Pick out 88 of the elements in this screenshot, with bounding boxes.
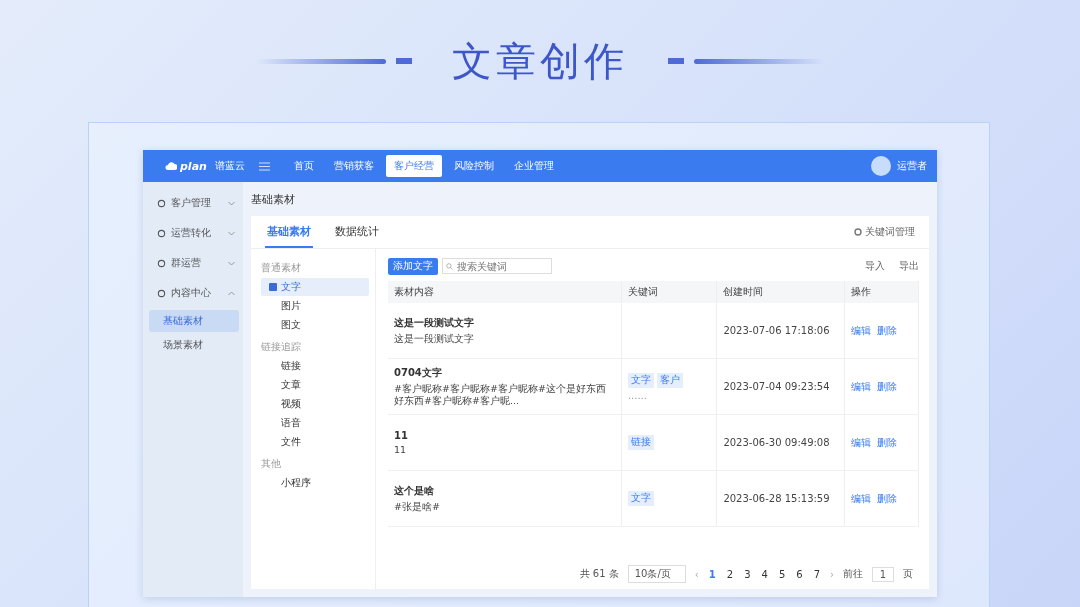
tab[interactable]: 基础素材 <box>265 216 313 248</box>
goto-label: 前往 <box>843 567 863 581</box>
category-item[interactable]: 图文 <box>261 316 369 334</box>
action-link[interactable]: 编辑 <box>850 436 871 448</box>
total-count: 共 61 条 <box>579 567 619 581</box>
action-link[interactable]: 删除 <box>876 492 897 504</box>
material-text: 这是一段测试文字 <box>394 333 475 345</box>
table-cell: 2023-06-28 15:13:59 <box>716 470 845 527</box>
page-number[interactable]: 2 <box>725 568 735 580</box>
page-number[interactable]: 1 <box>707 568 717 580</box>
chevron-icon <box>228 230 235 236</box>
material-text: #张是啥# <box>394 501 441 513</box>
chevron-icon <box>228 200 235 206</box>
material-title: 0704文字 <box>394 366 443 380</box>
material-title: 这个是啥 <box>394 484 435 498</box>
import-link[interactable]: 导入 <box>865 259 885 273</box>
sidebar-icon <box>157 258 166 268</box>
page-number[interactable]: 3 <box>743 568 752 580</box>
column-header: 关键词 <box>621 281 717 303</box>
table-cell: 2023-06-30 09:49:08 <box>716 414 845 471</box>
column-header: 创建时间 <box>716 281 845 303</box>
sidebar-item[interactable]: 客户管理 <box>143 188 243 218</box>
table-cell: 2023-07-06 17:18:06 <box>716 303 845 359</box>
material-title: 这是一段测试文字 <box>394 316 475 330</box>
settings-icon <box>854 228 862 236</box>
logo: plan <box>165 156 209 176</box>
tab[interactable]: 数据统计 <box>333 216 381 248</box>
nav-tab[interactable]: 营销获客 <box>326 155 382 177</box>
material-text: #客户昵称#客户昵称#客户昵称#这个是好东西好东西#客户昵称#客户昵... <box>394 383 607 407</box>
column-header: 素材内容 <box>388 281 622 303</box>
category-item[interactable]: 语音 <box>261 414 369 432</box>
action-link[interactable]: 删除 <box>876 324 897 336</box>
category-group: 普通素材 <box>261 259 369 277</box>
material-title: 11 <box>394 429 409 441</box>
more-text: ...... <box>627 389 648 401</box>
page-number[interactable]: 7 <box>812 568 821 580</box>
chevron-icon <box>228 260 235 266</box>
keyword-tag: 链接 <box>627 435 654 450</box>
table-cell: 2023-07-04 09:23:54 <box>716 358 845 415</box>
page-number[interactable]: 4 <box>760 568 769 580</box>
page-title: 基础素材 <box>251 191 296 208</box>
keyword-manage-link[interactable]: 关键词管理 <box>865 225 915 239</box>
brand-name: 谱蓝云 <box>214 159 245 173</box>
category-item[interactable]: 链接 <box>261 357 369 375</box>
category-item[interactable]: 文章 <box>261 376 369 394</box>
page-suffix: 页 <box>903 567 913 581</box>
nav-tab[interactable]: 企业管理 <box>506 155 562 177</box>
page-number[interactable]: 6 <box>795 568 804 580</box>
action-link[interactable]: 删除 <box>876 380 897 392</box>
sidebar-icon <box>157 228 166 238</box>
sidebar-item[interactable]: 群运营 <box>143 248 243 278</box>
search-field[interactable]: 搜索关键词 <box>442 258 552 274</box>
sidebar-item[interactable]: 内容中心 <box>143 278 243 308</box>
export-link[interactable]: 导出 <box>899 259 919 273</box>
keyword-tag: 文字 <box>627 491 654 506</box>
category-item[interactable]: 图片 <box>261 297 369 315</box>
action-link[interactable]: 编辑 <box>850 380 871 392</box>
column-header: 操作 <box>844 281 919 303</box>
nav-tab[interactable]: 客户经营 <box>386 155 442 177</box>
nav-tab[interactable]: 风险控制 <box>446 155 502 177</box>
material-text: 11 <box>394 443 408 456</box>
category-group: 链接追踪 <box>261 338 369 356</box>
category-item[interactable]: 小程序 <box>261 474 369 492</box>
action-link[interactable]: 编辑 <box>850 492 871 504</box>
category-item[interactable]: 文件 <box>261 433 369 451</box>
menu-icon[interactable] <box>259 161 270 171</box>
text-icon <box>269 283 277 291</box>
user-name: 运营者 <box>897 159 927 173</box>
category-group: 其他 <box>261 455 369 473</box>
action-link[interactable]: 编辑 <box>850 324 871 336</box>
keyword-tag: 文字 <box>627 372 654 388</box>
action-link[interactable]: 删除 <box>876 436 897 448</box>
sidebar-subitem[interactable]: 基础素材 <box>149 310 239 332</box>
chevron-icon <box>228 290 235 296</box>
slide-title: 文章创作 <box>452 36 628 86</box>
nav-tab[interactable]: 首页 <box>286 155 322 177</box>
sidebar-item[interactable]: 运营转化 <box>143 218 243 248</box>
avatar[interactable] <box>871 156 891 176</box>
sidebar-icon <box>157 288 166 298</box>
category-item[interactable]: 文字 <box>261 278 369 296</box>
page-size-select[interactable]: 10条/页 <box>627 565 686 583</box>
sidebar-subitem[interactable]: 场景素材 <box>149 334 239 356</box>
category-item[interactable]: 视频 <box>261 395 369 413</box>
page-number[interactable]: 5 <box>777 568 787 580</box>
sidebar-icon <box>157 198 166 208</box>
add-button[interactable]: 添加文字 <box>388 257 438 275</box>
page-input[interactable]: 1 <box>872 566 894 582</box>
keyword-tag: 客户 <box>656 372 683 388</box>
